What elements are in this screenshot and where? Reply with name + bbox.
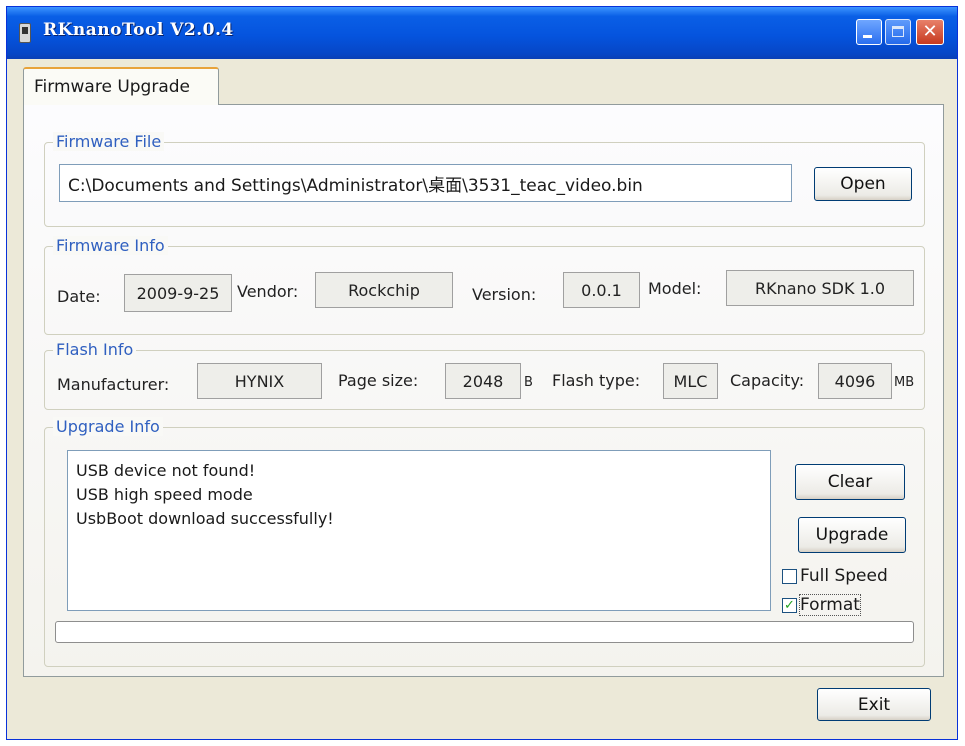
minimize-button[interactable] bbox=[856, 19, 882, 45]
flash-type-label: Flash type: bbox=[552, 371, 641, 390]
firmware-path-input[interactable]: C:\Documents and Settings\Administrator\… bbox=[59, 164, 792, 202]
log-line: USB device not found! bbox=[76, 461, 256, 480]
open-button[interactable]: Open bbox=[814, 167, 912, 201]
log-line: UsbBoot download successfully! bbox=[76, 509, 334, 528]
manufacturer-value: HYNIX bbox=[197, 363, 322, 399]
clear-button[interactable]: Clear bbox=[795, 464, 905, 500]
format-check-icon[interactable]: ✓ bbox=[782, 597, 797, 613]
upgrade-progress-bar bbox=[55, 621, 914, 643]
format-label: Format bbox=[799, 594, 861, 616]
firmware-file-group-label: Firmware File bbox=[53, 132, 165, 151]
tab-firmware-upgrade[interactable]: Firmware Upgrade bbox=[23, 67, 219, 105]
log-line: USB high speed mode bbox=[76, 485, 253, 504]
firmware-upgrade-panel: Firmware File C:\Documents and Settings\… bbox=[23, 104, 944, 677]
vendor-value: Rockchip bbox=[315, 272, 453, 308]
full-speed-checkbox[interactable]: Full Speed bbox=[782, 566, 888, 586]
full-speed-box[interactable] bbox=[782, 568, 797, 584]
full-speed-label: Full Speed bbox=[800, 566, 888, 586]
close-button[interactable]: ✕ bbox=[916, 19, 944, 45]
window-title: RKnanoTool V2.0.4 bbox=[43, 20, 234, 40]
page-size-value: 2048 bbox=[445, 363, 521, 399]
page-size-label: Page size: bbox=[338, 371, 419, 390]
firmware-info-group-label: Firmware Info bbox=[53, 236, 168, 255]
app-icon bbox=[19, 23, 31, 43]
flash-info-group: Flash Info Manufacturer: HYNIX Page size… bbox=[44, 340, 925, 410]
model-value: RKnano SDK 1.0 bbox=[726, 270, 914, 306]
capacity-unit: MB bbox=[894, 375, 915, 390]
capacity-label: Capacity: bbox=[730, 371, 805, 390]
flash-type-value: MLC bbox=[663, 363, 718, 399]
version-label: Version: bbox=[472, 285, 537, 304]
exit-button[interactable]: Exit bbox=[817, 688, 931, 721]
upgrade-log[interactable]: USB device not found! USB high speed mod… bbox=[67, 450, 771, 611]
version-value: 0.0.1 bbox=[563, 272, 640, 308]
app-window: RKnanoTool V2.0.4 ✕ Firmware Upgrade Fir… bbox=[6, 6, 958, 740]
upgrade-button[interactable]: Upgrade bbox=[798, 517, 906, 553]
page-size-unit: B bbox=[524, 375, 533, 390]
vendor-label: Vendor: bbox=[237, 282, 299, 301]
firmware-file-group: Firmware File C:\Documents and Settings\… bbox=[44, 132, 925, 227]
maximize-button[interactable] bbox=[885, 19, 911, 45]
upgrade-info-group-label: Upgrade Info bbox=[53, 417, 163, 436]
format-checkbox[interactable]: ✓ Format bbox=[782, 594, 861, 616]
firmware-info-group: Firmware Info Date: 2009-9-25 Vendor: Ro… bbox=[44, 236, 925, 335]
date-value: 2009-9-25 bbox=[124, 274, 232, 312]
date-label: Date: bbox=[57, 287, 101, 306]
manufacturer-label: Manufacturer: bbox=[57, 375, 170, 394]
title-bar[interactable]: RKnanoTool V2.0.4 ✕ bbox=[7, 7, 957, 59]
capacity-value: 4096 bbox=[818, 363, 892, 399]
model-label: Model: bbox=[648, 279, 702, 298]
flash-info-group-label: Flash Info bbox=[53, 340, 137, 359]
